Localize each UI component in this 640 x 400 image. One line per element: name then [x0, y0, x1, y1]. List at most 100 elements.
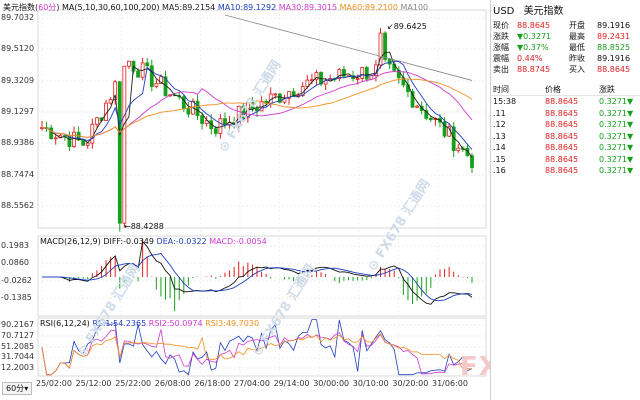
rsi-axis-label: 31.7044: [1, 352, 35, 362]
high-annotation: ↙89.6425: [387, 22, 427, 31]
tick-change: 0.3271▼: [599, 97, 634, 106]
tick-price: 88.8645: [545, 154, 579, 164]
quote-label: 涨幅: [493, 43, 509, 52]
candle-body: [94, 117, 99, 125]
period-label: 60分: [38, 3, 57, 12]
chart-title: 美元指数: [3, 3, 35, 12]
macd-legend: MACD(26,12,9) DIFF:-0.0349 DEA:-0.0322 M…: [40, 237, 267, 246]
quote-value: 88.8645: [597, 65, 631, 74]
price-axis-label: 88.9386: [1, 138, 35, 148]
time-axis-label: 29/14:00: [273, 379, 310, 388]
price-axis-label: 89.7032: [1, 13, 35, 22]
rsi-label: RSI(6,12,24): [40, 319, 90, 328]
tick-change: 0.3271▼: [599, 120, 634, 129]
time-axis-label: 26/18:00: [194, 379, 231, 388]
rsi3-value: RSI3:49.7030: [205, 319, 260, 328]
tick-row: .16 88.8645 0.3271▼: [491, 165, 640, 177]
tick-price: 88.8645: [545, 97, 579, 106]
candle-body: [383, 32, 387, 60]
quote-row: 涨跌 ▼0.3271 最高 89.2431: [493, 31, 639, 42]
tick-time: .11: [493, 108, 506, 118]
quote-value: 88.8645: [517, 21, 551, 30]
time-axis-label: 30/10:00: [352, 379, 389, 388]
candle-body: [195, 100, 200, 117]
time-axis-label: 25/02:00: [36, 379, 72, 388]
macd-label: MACD(26,12,9): [40, 237, 101, 246]
time-axis-label: 30/00:00: [313, 379, 350, 388]
tick-col-change: 涨跌: [599, 85, 615, 94]
candle-body: [145, 62, 150, 67]
candle-body: [136, 70, 140, 78]
quote-value: ▼0.3271: [517, 32, 552, 41]
ma60-value: MA60:89.2100: [339, 3, 398, 12]
rsi-axis-label: 70.7127: [1, 330, 35, 340]
quote-label: 最高: [569, 32, 585, 41]
tick-price: 88.8645: [545, 131, 579, 141]
rsi-legend: RSI(6,12,24) RSI1:54.2365 RSI2:50.0974 R…: [40, 319, 259, 328]
quote-symbol: USD: [493, 6, 515, 17]
quote-label: 卖出: [493, 65, 509, 74]
macd-axis-label: 0.1983: [1, 241, 29, 250]
price-axis-label: 88.5562: [1, 201, 35, 210]
candle-body: [85, 142, 90, 146]
quote-value: 88.8745: [517, 65, 551, 74]
tick-row: .14 88.8645 0.3271▼: [491, 142, 640, 154]
candle-body: [415, 105, 420, 108]
tick-time: .15: [493, 154, 506, 164]
tick-table: 时间 价格 涨跌 15:38 88.8645 0.3271▼ .11 88.8645 0.…: [491, 84, 640, 177]
period-selector[interactable]: 60分▾: [2, 382, 33, 395]
candle-body: [127, 60, 131, 67]
candle-body: [49, 127, 54, 140]
chart-area[interactable]: 美元指数(60分) MA(5,10,30,60,100,200) MA5:89.…: [0, 0, 490, 400]
quote-panel: USD 美元指数 现价 88.8645 开盘 89.1916 涨跌 ▼0.3271 最高 89…: [490, 0, 640, 400]
quote-value: 0.44%: [517, 54, 543, 63]
candle-body: [186, 107, 191, 115]
candle-body: [456, 147, 461, 152]
candle-body: [213, 128, 218, 134]
candle-body: [273, 93, 278, 96]
tick-time: .14: [493, 143, 506, 152]
tick-row: 15:38 88.8645 0.3271▼: [491, 96, 640, 108]
quote-row: 现价 88.8645 开盘 89.1916: [493, 20, 639, 31]
time-axis-label: 30/20:00: [392, 379, 429, 388]
low-value: 88.4288: [130, 222, 164, 231]
tick-row: .11 88.8645 0.3271▼: [491, 108, 640, 120]
tick-change: 0.3271▼: [599, 166, 634, 175]
chevron-down-icon: ▾: [24, 384, 29, 393]
tick-change: 0.3271▼: [599, 154, 634, 164]
quote-value: 89.2431: [597, 32, 631, 41]
candle-body: [428, 117, 433, 121]
quote-value: ▼0.37%: [517, 43, 549, 52]
rsi2-value: RSI2:50.0974: [148, 319, 203, 328]
tick-change: 0.3271▼: [599, 108, 634, 118]
quote-header: USD 美元指数: [493, 2, 564, 17]
candle-body: [470, 155, 474, 168]
tick-change: 0.3271▼: [599, 143, 634, 152]
tick-row: .13 88.8645 0.3271▼: [491, 131, 640, 143]
tick-row: .15 88.8645 0.3271▼: [491, 154, 640, 166]
candle-body: [117, 81, 122, 224]
tick-price: 88.8645: [545, 166, 579, 175]
quote-label: 震幅: [493, 54, 509, 63]
high-value: 89.6425: [393, 22, 427, 31]
macd-dea: DEA:-0.0322: [156, 237, 207, 246]
low-annotation: ←88.4288: [124, 222, 164, 231]
ma5-value: MA5:89.2154: [162, 3, 216, 12]
ma100-value: MA100: [400, 3, 429, 12]
ma30-value: MA30:89.3015: [278, 3, 338, 12]
quote-label: 买入: [569, 65, 585, 74]
macd-axis-label: -0.1385: [1, 293, 32, 302]
ma10-value: MA10:89.1292: [217, 3, 277, 12]
candle-body: [154, 83, 159, 87]
candle-body: [360, 67, 365, 79]
ma-params: MA(5,10,30,60,100,200): [61, 3, 160, 12]
quote-label: 涨跌: [493, 32, 509, 41]
time-axis-label: 25/22:00: [115, 379, 152, 388]
tick-row: .12 88.8645 0.3271▼: [491, 119, 640, 131]
quote-grid: 现价 88.8645 开盘 89.1916 涨跌 ▼0.3271 最高 89.2431 涨幅 ▼0…: [493, 20, 639, 75]
quote-value: 89.1916: [597, 21, 631, 30]
macd-diff: DIFF:-0.0349: [103, 237, 154, 246]
quote-row: 涨幅 ▼0.37% 最低 88.8525: [493, 42, 639, 53]
time-axis-label: 25/12:00: [75, 379, 112, 388]
rsi-axis-label: 12.2003: [1, 363, 35, 372]
